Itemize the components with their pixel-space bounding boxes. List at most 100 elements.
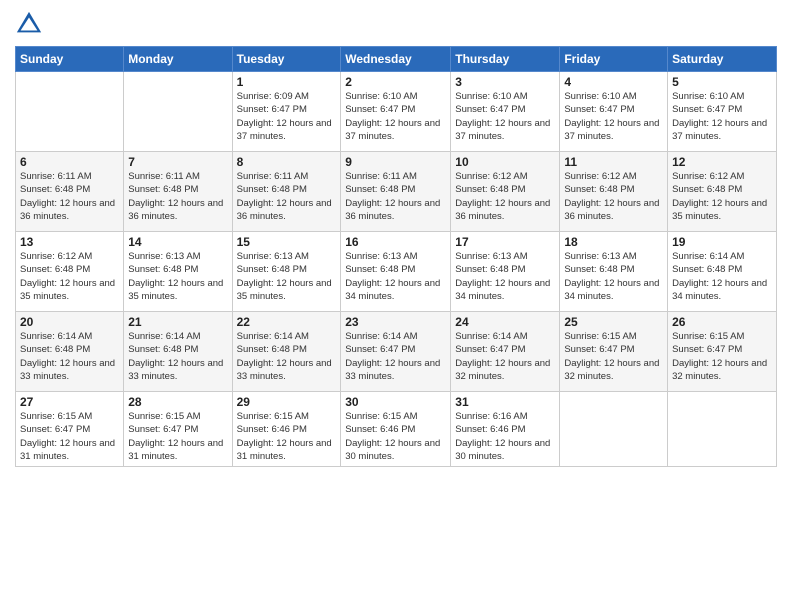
day-number: 19 [672, 235, 772, 249]
calendar-cell: 13Sunrise: 6:12 AMSunset: 6:48 PMDayligh… [16, 232, 124, 312]
day-number: 12 [672, 155, 772, 169]
day-number: 14 [128, 235, 227, 249]
week-row: 1Sunrise: 6:09 AMSunset: 6:47 PMDaylight… [16, 72, 777, 152]
calendar-cell: 16Sunrise: 6:13 AMSunset: 6:48 PMDayligh… [341, 232, 451, 312]
day-info: Sunrise: 6:14 AMSunset: 6:47 PMDaylight:… [455, 330, 555, 383]
day-number: 29 [237, 395, 337, 409]
day-info: Sunrise: 6:10 AMSunset: 6:47 PMDaylight:… [455, 90, 555, 143]
day-info: Sunrise: 6:15 AMSunset: 6:46 PMDaylight:… [345, 410, 446, 463]
day-number: 15 [237, 235, 337, 249]
day-number: 20 [20, 315, 119, 329]
day-header-saturday: Saturday [668, 47, 777, 72]
day-info: Sunrise: 6:11 AMSunset: 6:48 PMDaylight:… [237, 170, 337, 223]
day-info: Sunrise: 6:13 AMSunset: 6:48 PMDaylight:… [237, 250, 337, 303]
calendar-cell: 22Sunrise: 6:14 AMSunset: 6:48 PMDayligh… [232, 312, 341, 392]
day-info: Sunrise: 6:10 AMSunset: 6:47 PMDaylight:… [345, 90, 446, 143]
day-info: Sunrise: 6:11 AMSunset: 6:48 PMDaylight:… [20, 170, 119, 223]
logo [15, 10, 47, 38]
day-number: 31 [455, 395, 555, 409]
calendar-cell: 2Sunrise: 6:10 AMSunset: 6:47 PMDaylight… [341, 72, 451, 152]
day-info: Sunrise: 6:13 AMSunset: 6:48 PMDaylight:… [564, 250, 663, 303]
day-header-monday: Monday [124, 47, 232, 72]
week-row: 6Sunrise: 6:11 AMSunset: 6:48 PMDaylight… [16, 152, 777, 232]
day-info: Sunrise: 6:14 AMSunset: 6:48 PMDaylight:… [128, 330, 227, 383]
day-number: 10 [455, 155, 555, 169]
header-row: SundayMondayTuesdayWednesdayThursdayFrid… [16, 47, 777, 72]
day-number: 6 [20, 155, 119, 169]
calendar-cell: 10Sunrise: 6:12 AMSunset: 6:48 PMDayligh… [451, 152, 560, 232]
day-number: 21 [128, 315, 227, 329]
day-info: Sunrise: 6:10 AMSunset: 6:47 PMDaylight:… [672, 90, 772, 143]
calendar-cell [668, 392, 777, 467]
calendar-cell: 27Sunrise: 6:15 AMSunset: 6:47 PMDayligh… [16, 392, 124, 467]
day-number: 16 [345, 235, 446, 249]
day-info: Sunrise: 6:14 AMSunset: 6:47 PMDaylight:… [345, 330, 446, 383]
day-info: Sunrise: 6:14 AMSunset: 6:48 PMDaylight:… [672, 250, 772, 303]
day-number: 23 [345, 315, 446, 329]
day-header-tuesday: Tuesday [232, 47, 341, 72]
week-row: 27Sunrise: 6:15 AMSunset: 6:47 PMDayligh… [16, 392, 777, 467]
day-info: Sunrise: 6:14 AMSunset: 6:48 PMDaylight:… [237, 330, 337, 383]
day-number: 5 [672, 75, 772, 89]
day-header-wednesday: Wednesday [341, 47, 451, 72]
calendar-cell: 1Sunrise: 6:09 AMSunset: 6:47 PMDaylight… [232, 72, 341, 152]
day-number: 27 [20, 395, 119, 409]
calendar-cell [124, 72, 232, 152]
calendar-cell: 28Sunrise: 6:15 AMSunset: 6:47 PMDayligh… [124, 392, 232, 467]
calendar-cell: 30Sunrise: 6:15 AMSunset: 6:46 PMDayligh… [341, 392, 451, 467]
calendar-cell: 11Sunrise: 6:12 AMSunset: 6:48 PMDayligh… [560, 152, 668, 232]
week-row: 13Sunrise: 6:12 AMSunset: 6:48 PMDayligh… [16, 232, 777, 312]
day-number: 24 [455, 315, 555, 329]
calendar-cell: 18Sunrise: 6:13 AMSunset: 6:48 PMDayligh… [560, 232, 668, 312]
day-number: 9 [345, 155, 446, 169]
day-number: 26 [672, 315, 772, 329]
page: SundayMondayTuesdayWednesdayThursdayFrid… [0, 0, 792, 612]
day-header-thursday: Thursday [451, 47, 560, 72]
calendar-cell: 12Sunrise: 6:12 AMSunset: 6:48 PMDayligh… [668, 152, 777, 232]
calendar-cell: 15Sunrise: 6:13 AMSunset: 6:48 PMDayligh… [232, 232, 341, 312]
day-info: Sunrise: 6:11 AMSunset: 6:48 PMDaylight:… [128, 170, 227, 223]
calendar-cell [560, 392, 668, 467]
calendar-cell: 31Sunrise: 6:16 AMSunset: 6:46 PMDayligh… [451, 392, 560, 467]
logo-icon [15, 10, 43, 38]
calendar-cell: 6Sunrise: 6:11 AMSunset: 6:48 PMDaylight… [16, 152, 124, 232]
day-info: Sunrise: 6:16 AMSunset: 6:46 PMDaylight:… [455, 410, 555, 463]
day-info: Sunrise: 6:14 AMSunset: 6:48 PMDaylight:… [20, 330, 119, 383]
week-row: 20Sunrise: 6:14 AMSunset: 6:48 PMDayligh… [16, 312, 777, 392]
day-number: 8 [237, 155, 337, 169]
day-info: Sunrise: 6:13 AMSunset: 6:48 PMDaylight:… [455, 250, 555, 303]
calendar-cell: 25Sunrise: 6:15 AMSunset: 6:47 PMDayligh… [560, 312, 668, 392]
day-number: 1 [237, 75, 337, 89]
day-info: Sunrise: 6:15 AMSunset: 6:46 PMDaylight:… [237, 410, 337, 463]
day-info: Sunrise: 6:12 AMSunset: 6:48 PMDaylight:… [455, 170, 555, 223]
calendar-cell: 4Sunrise: 6:10 AMSunset: 6:47 PMDaylight… [560, 72, 668, 152]
day-number: 18 [564, 235, 663, 249]
day-info: Sunrise: 6:13 AMSunset: 6:48 PMDaylight:… [345, 250, 446, 303]
day-number: 7 [128, 155, 227, 169]
calendar-cell: 19Sunrise: 6:14 AMSunset: 6:48 PMDayligh… [668, 232, 777, 312]
day-info: Sunrise: 6:15 AMSunset: 6:47 PMDaylight:… [564, 330, 663, 383]
calendar-cell: 23Sunrise: 6:14 AMSunset: 6:47 PMDayligh… [341, 312, 451, 392]
day-header-sunday: Sunday [16, 47, 124, 72]
day-number: 2 [345, 75, 446, 89]
day-info: Sunrise: 6:15 AMSunset: 6:47 PMDaylight:… [20, 410, 119, 463]
calendar: SundayMondayTuesdayWednesdayThursdayFrid… [15, 46, 777, 467]
day-number: 28 [128, 395, 227, 409]
calendar-cell: 26Sunrise: 6:15 AMSunset: 6:47 PMDayligh… [668, 312, 777, 392]
day-info: Sunrise: 6:12 AMSunset: 6:48 PMDaylight:… [564, 170, 663, 223]
header [15, 10, 777, 38]
day-number: 22 [237, 315, 337, 329]
calendar-cell: 3Sunrise: 6:10 AMSunset: 6:47 PMDaylight… [451, 72, 560, 152]
calendar-cell: 14Sunrise: 6:13 AMSunset: 6:48 PMDayligh… [124, 232, 232, 312]
day-info: Sunrise: 6:11 AMSunset: 6:48 PMDaylight:… [345, 170, 446, 223]
day-header-friday: Friday [560, 47, 668, 72]
day-info: Sunrise: 6:15 AMSunset: 6:47 PMDaylight:… [128, 410, 227, 463]
day-number: 25 [564, 315, 663, 329]
calendar-cell: 8Sunrise: 6:11 AMSunset: 6:48 PMDaylight… [232, 152, 341, 232]
calendar-cell: 9Sunrise: 6:11 AMSunset: 6:48 PMDaylight… [341, 152, 451, 232]
day-number: 3 [455, 75, 555, 89]
day-info: Sunrise: 6:09 AMSunset: 6:47 PMDaylight:… [237, 90, 337, 143]
day-info: Sunrise: 6:15 AMSunset: 6:47 PMDaylight:… [672, 330, 772, 383]
day-number: 13 [20, 235, 119, 249]
day-number: 30 [345, 395, 446, 409]
